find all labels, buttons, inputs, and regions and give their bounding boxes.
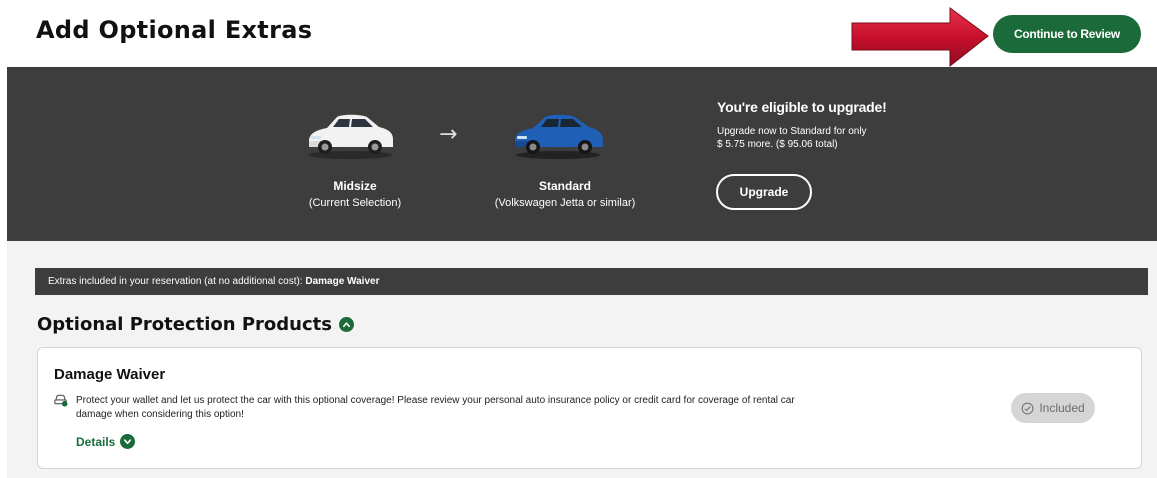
upgrade-banner: → Midsize (Current Selection) Standard (… (7, 67, 1157, 241)
damage-waiver-title: Damage Waiver (54, 366, 166, 383)
included-extras-items: Damage Waiver (305, 276, 380, 287)
included-extras-prefix: Extras included in your reservation (at … (48, 276, 303, 287)
upgrade-price-line-2: $ 5.75 more. ($ 95.06 total) (717, 139, 838, 150)
upgrade-price-line-1: Upgrade now to Standard for only (717, 126, 867, 137)
extras-content: Extras included in your reservation (at … (7, 241, 1157, 478)
details-label: Details (76, 434, 116, 449)
red-arrow-annotation (851, 7, 989, 68)
damage-waiver-card: Damage Waiver Protect your wallet and le… (37, 347, 1142, 469)
target-car-label: Standard (Volkswagen Jetta or similar) (485, 178, 645, 212)
included-extras-bar: Extras included in your reservation (at … (35, 268, 1148, 295)
current-car-label: Midsize (Current Selection) (300, 178, 410, 212)
target-car-name: Standard (538, 179, 591, 193)
upgrade-eligible-title: You're eligible to upgrade! (717, 99, 887, 115)
description-line-1: Protect your wallet and let us protect t… (76, 395, 795, 406)
target-car-sub: (Volkswagen Jetta or similar) (494, 197, 636, 209)
upgrade-price-text: Upgrade now to Standard for only $ 5.75 … (717, 125, 917, 151)
included-status-badge: Included (1011, 393, 1095, 423)
details-link[interactable]: Details (76, 434, 136, 449)
included-status-label: Included (1039, 401, 1085, 415)
current-car-sub: (Current Selection) (308, 197, 402, 209)
car-protection-icon (54, 394, 68, 407)
check-circle-icon (1021, 402, 1034, 414)
page-title: Add Optional Extras (36, 16, 313, 44)
chevron-up-icon[interactable] (339, 317, 354, 332)
upgrade-button[interactable]: Upgrade (716, 174, 812, 210)
section-title-text: Optional Protection Products (37, 314, 332, 335)
optional-protection-title[interactable]: Optional Protection Products (37, 314, 354, 335)
current-car-name: Midsize (333, 179, 377, 193)
continue-to-review-button[interactable]: Continue to Review (993, 15, 1141, 53)
chevron-down-icon[interactable] (120, 434, 136, 449)
description-line-2: damage when considering this option! (76, 409, 244, 420)
arrow-right-icon: → (439, 122, 458, 147)
midsize-car-image (308, 114, 393, 159)
damage-waiver-description: Protect your wallet and let us protect t… (76, 394, 876, 422)
standard-car-image (515, 114, 603, 159)
